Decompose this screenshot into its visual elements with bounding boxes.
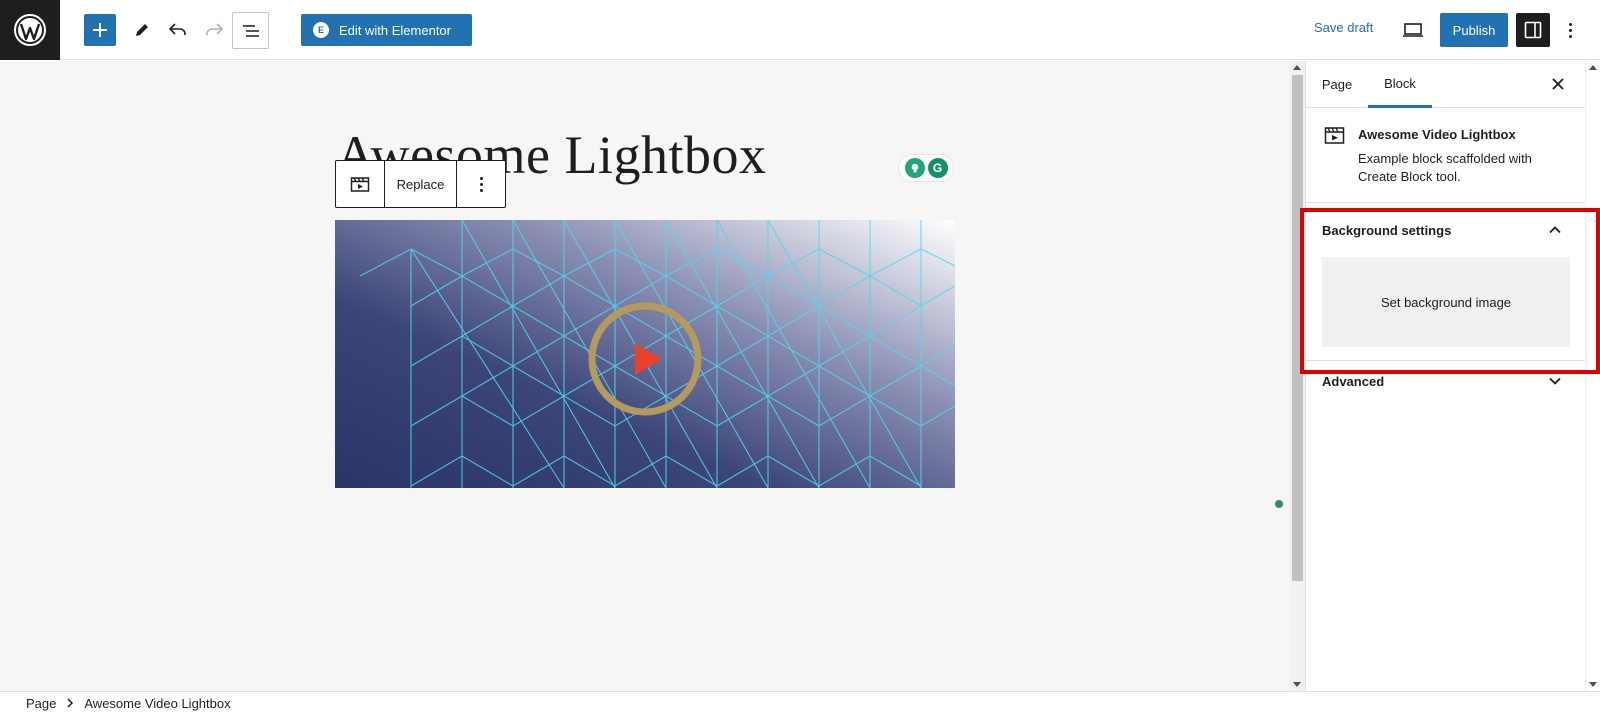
- video-lightbox-block[interactable]: [335, 220, 955, 488]
- replace-button[interactable]: Replace: [385, 161, 457, 207]
- chevron-up-icon: [1549, 226, 1561, 234]
- save-draft-button[interactable]: Save draft: [1314, 20, 1373, 35]
- settings-sidebar: Page Block Awesome Video Lightbox Exampl…: [1305, 61, 1585, 691]
- preview-button[interactable]: [1397, 14, 1429, 46]
- kebab-menu-icon: [1568, 22, 1572, 26]
- tools-button[interactable]: [126, 14, 158, 46]
- block-card-description: Example block scaffolded with Create Blo…: [1358, 151, 1532, 184]
- advanced-panel: Advanced: [1306, 361, 1585, 411]
- add-block-button[interactable]: [84, 14, 116, 46]
- scroll-down-arrow[interactable]: [1589, 682, 1597, 687]
- background-settings-panel: Background settings Set background image: [1306, 203, 1585, 361]
- scroll-up-arrow[interactable]: [1589, 65, 1597, 70]
- tab-page[interactable]: Page: [1306, 61, 1368, 108]
- publish-button[interactable]: Publish: [1440, 13, 1508, 47]
- pencil-icon: [136, 24, 148, 36]
- breadcrumb-item-page[interactable]: Page: [26, 696, 56, 711]
- kebab-menu-icon: [479, 176, 483, 180]
- block-options-button[interactable]: [457, 161, 505, 207]
- wordpress-icon: [14, 14, 46, 46]
- undo-icon: [168, 23, 186, 35]
- editor-canvas: Awesome Lightbox Replace G: [0, 61, 1290, 691]
- close-icon: [1552, 78, 1564, 90]
- canvas-scrollbar[interactable]: [1290, 61, 1305, 691]
- sidebar-scrollbar[interactable]: [1585, 61, 1600, 691]
- tab-block[interactable]: Block: [1368, 61, 1432, 108]
- lightbulb-icon: [904, 158, 925, 178]
- background-settings-toggle[interactable]: Background settings: [1306, 203, 1585, 257]
- advanced-toggle[interactable]: Advanced: [1306, 361, 1585, 415]
- elementor-button-label: Edit with Elementor: [339, 22, 451, 38]
- scroll-up-arrow[interactable]: [1293, 65, 1301, 70]
- block-type-button[interactable]: [336, 161, 385, 207]
- block-card: Awesome Video Lightbox Example block sca…: [1306, 108, 1585, 203]
- set-background-image-button[interactable]: Set background image: [1322, 257, 1570, 347]
- panel-title: Advanced: [1322, 374, 1385, 389]
- block-card-title: Awesome Video Lightbox: [1358, 127, 1516, 142]
- panel-title: Background settings: [1322, 223, 1452, 238]
- close-sidebar-button[interactable]: [1546, 72, 1570, 96]
- breadcrumb-item-block[interactable]: Awesome Video Lightbox: [84, 696, 230, 711]
- video-block-icon: [1324, 125, 1346, 150]
- breadcrumb: Page Awesome Video Lightbox: [0, 691, 1600, 715]
- list-view-icon: [242, 24, 259, 37]
- plus-icon: [93, 23, 107, 37]
- chevron-down-icon: [1549, 377, 1561, 385]
- status-indicator: [1275, 500, 1283, 508]
- sidebar-tabs: Page Block: [1306, 61, 1585, 108]
- settings-sidebar-icon: [1524, 21, 1542, 39]
- desktop-preview-icon: [1403, 23, 1423, 37]
- scroll-thumb[interactable]: [1292, 75, 1303, 581]
- scroll-down-arrow[interactable]: [1293, 682, 1301, 687]
- settings-button[interactable]: [1516, 13, 1550, 47]
- list-view-button[interactable]: [232, 12, 269, 49]
- grammarly-icon: G: [927, 158, 948, 178]
- chevron-right-icon: [66, 697, 74, 711]
- options-menu-button[interactable]: [1560, 18, 1580, 42]
- grammarly-widget[interactable]: G: [898, 154, 954, 182]
- video-block-icon: [350, 177, 370, 192]
- block-toolbar: Replace: [335, 160, 506, 208]
- redo-icon: [206, 23, 224, 35]
- edit-with-elementor-button[interactable]: E Edit with Elementor: [301, 14, 472, 46]
- redo-button[interactable]: [198, 14, 230, 46]
- undo-button[interactable]: [162, 14, 194, 46]
- wordpress-logo-button[interactable]: [0, 0, 60, 60]
- editor-header: E Edit with Elementor Save draft Publish: [0, 0, 1600, 60]
- elementor-icon: E: [313, 22, 329, 38]
